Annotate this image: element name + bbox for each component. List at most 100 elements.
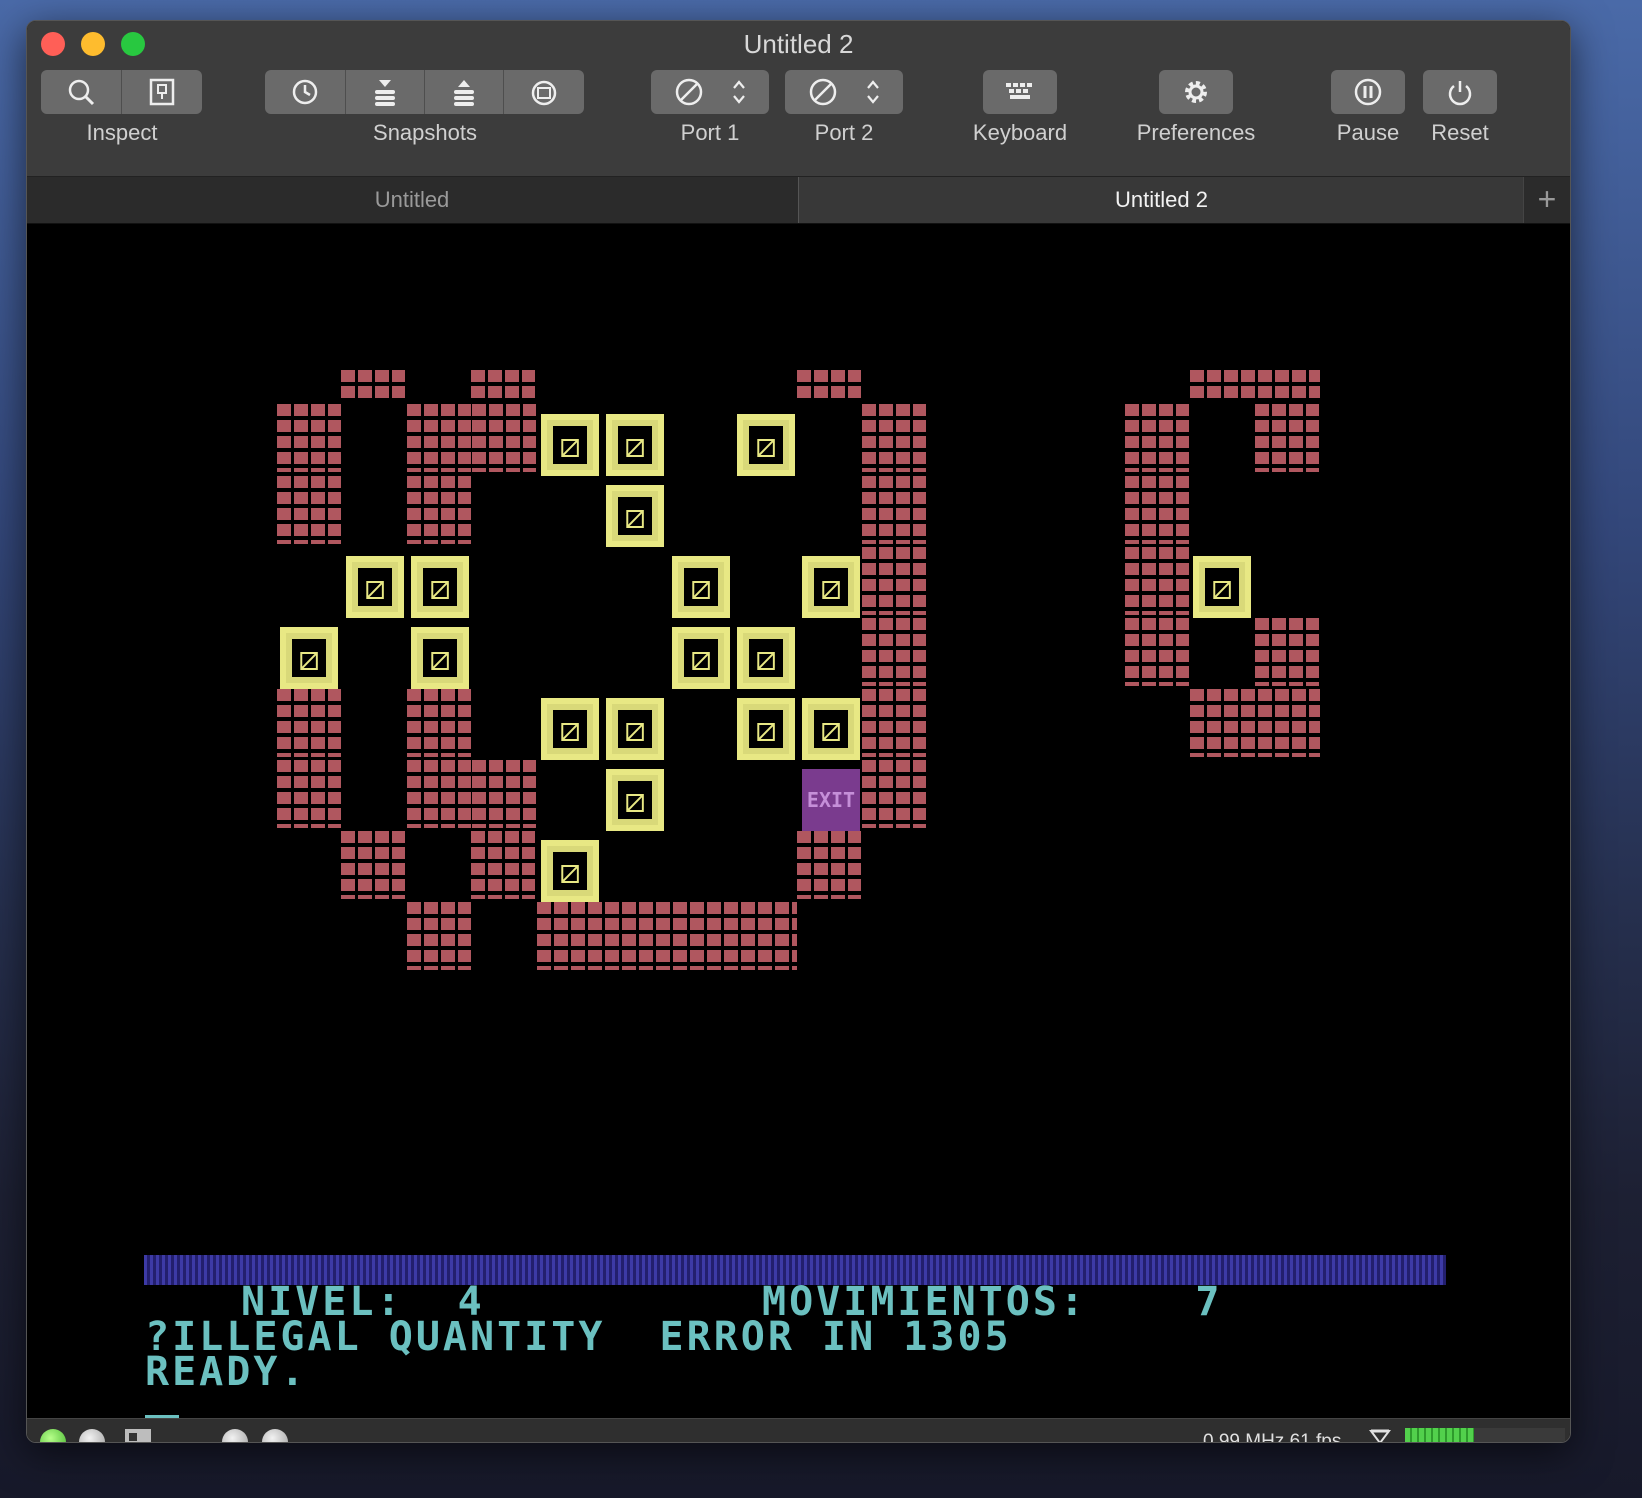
hourglass-icon[interactable] xyxy=(1369,1429,1391,1443)
power-led-icon xyxy=(40,1429,66,1442)
brick xyxy=(341,370,405,400)
none-icon xyxy=(809,78,837,106)
snapshot-take-button[interactable] xyxy=(265,70,346,114)
memory-button[interactable] xyxy=(122,70,202,114)
brick xyxy=(537,902,797,970)
brick xyxy=(472,760,536,828)
crate xyxy=(737,414,795,476)
none-icon xyxy=(675,78,703,106)
brick xyxy=(277,760,341,828)
crate xyxy=(737,698,795,760)
port2-group xyxy=(785,70,903,114)
drive2-led-icon xyxy=(222,1429,248,1442)
clock-back-icon xyxy=(292,79,318,105)
pause-group xyxy=(1331,70,1405,114)
port1-label: Port 1 xyxy=(680,120,740,145)
crate xyxy=(672,556,730,618)
pause-button[interactable] xyxy=(1331,70,1405,114)
gear-icon xyxy=(1185,81,1207,103)
crate xyxy=(541,698,599,760)
status-bar: 0.99 MHz 61 fps xyxy=(27,1418,1570,1443)
crate xyxy=(606,485,664,547)
brick xyxy=(797,370,861,400)
pause-label: Pause xyxy=(1336,120,1400,145)
crate xyxy=(672,627,730,689)
brick xyxy=(407,760,471,828)
brick xyxy=(1125,476,1189,544)
brick xyxy=(1190,689,1320,757)
reset-button[interactable] xyxy=(1423,70,1497,114)
crate xyxy=(606,414,664,476)
snapshot-pop-button[interactable] xyxy=(425,70,504,114)
drive3-led-icon xyxy=(262,1429,288,1442)
keyboard-label: Keyboard xyxy=(972,120,1068,145)
snapshot-restore-button[interactable] xyxy=(504,70,584,114)
port1-group xyxy=(651,70,769,114)
speed-meter-fill xyxy=(1405,1428,1474,1442)
preferences-button[interactable] xyxy=(1159,70,1233,114)
brick xyxy=(797,831,861,899)
brick xyxy=(1125,547,1189,615)
brick xyxy=(862,689,926,757)
brick xyxy=(1190,370,1320,400)
brick xyxy=(471,831,535,899)
snapshots-label: Snapshots xyxy=(373,120,477,145)
brick xyxy=(407,902,471,970)
brick xyxy=(277,404,341,472)
stack-up-icon xyxy=(454,80,474,106)
preferences-group xyxy=(1159,70,1233,114)
tab-bar: Untitled Untitled 2 + xyxy=(27,177,1570,224)
brick xyxy=(862,760,926,828)
emulator-window: Untitled 2 Inspect Snapshots Port 1 Port… xyxy=(26,20,1571,1443)
brick xyxy=(277,689,341,757)
keyboard-button[interactable] xyxy=(983,70,1057,114)
brick xyxy=(341,831,405,899)
crate xyxy=(606,769,664,831)
inspect-label: Inspect xyxy=(86,120,158,145)
crate xyxy=(411,627,469,689)
drive-led-icon xyxy=(79,1429,105,1442)
brick xyxy=(277,476,341,544)
brick xyxy=(862,547,926,615)
titlebar: Untitled 2 Inspect Snapshots Port 1 Port… xyxy=(27,21,1570,177)
brick xyxy=(862,404,926,472)
window-title: Untitled 2 xyxy=(743,29,854,59)
power-icon xyxy=(1448,81,1472,106)
brick xyxy=(862,618,926,686)
updown-icon xyxy=(867,80,879,104)
emulator-screen[interactable]: EXIT NIVEL: 4 MOVIMIENTOS: 7 ?ILLEGAL QU… xyxy=(27,224,1570,1442)
reset-label: Reset xyxy=(1431,120,1489,145)
brick xyxy=(407,404,471,472)
updown-icon xyxy=(733,80,745,104)
crate xyxy=(541,840,599,902)
crate xyxy=(802,556,860,618)
keyboard-icon xyxy=(1006,83,1032,99)
snapshots-group xyxy=(265,70,584,114)
brick xyxy=(407,476,471,544)
brick xyxy=(1125,618,1189,686)
keyboard-group xyxy=(983,70,1057,114)
port1-select[interactable] xyxy=(651,70,769,114)
pause-icon xyxy=(1354,78,1382,106)
brick xyxy=(1255,404,1319,472)
crate xyxy=(606,698,664,760)
crate xyxy=(280,627,338,689)
inspect-group xyxy=(41,70,202,114)
inspect-button[interactable] xyxy=(41,70,122,114)
crate xyxy=(541,414,599,476)
tab-untitled-2[interactable]: Untitled 2 xyxy=(798,177,1524,223)
port2-label: Port 2 xyxy=(814,120,874,145)
brick xyxy=(407,689,471,757)
brick xyxy=(472,404,536,472)
ready-text: READY. xyxy=(145,1349,308,1395)
crate xyxy=(1193,556,1251,618)
add-tab-icon[interactable]: + xyxy=(1523,177,1570,223)
crate xyxy=(411,556,469,618)
tab-untitled[interactable]: Untitled xyxy=(27,177,797,223)
snapshot-push-button[interactable] xyxy=(346,70,425,114)
brick xyxy=(471,370,535,400)
exit-tile: EXIT xyxy=(802,769,860,831)
disk-icon[interactable] xyxy=(125,1429,151,1442)
port2-select[interactable] xyxy=(785,70,903,114)
preferences-label: Preferences xyxy=(1136,120,1256,145)
